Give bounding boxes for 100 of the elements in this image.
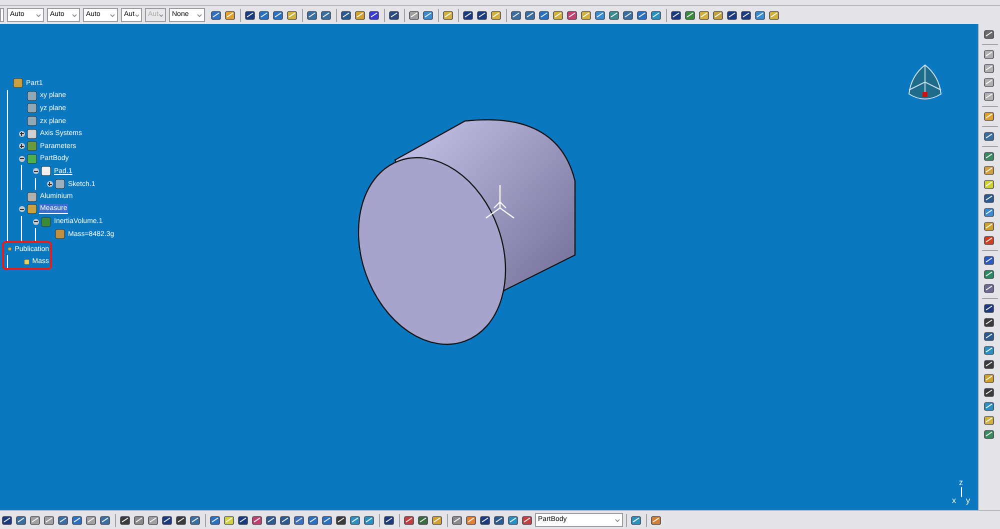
tool-icon[interactable]	[983, 330, 996, 343]
tool-icon[interactable]	[363, 514, 376, 526]
tool-icon[interactable]	[85, 514, 98, 526]
tool-icon[interactable]	[354, 8, 367, 22]
tool-icon[interactable]	[306, 8, 319, 22]
tool-icon[interactable]	[408, 8, 421, 22]
collapse-toggle[interactable]	[32, 218, 38, 225]
tool-icon[interactable]	[57, 514, 70, 526]
tool-icon[interactable]	[636, 8, 649, 22]
tool-icon[interactable]	[983, 90, 996, 103]
tool-icon[interactable]	[209, 514, 222, 526]
tool-icon[interactable]	[983, 254, 996, 267]
tool-icon[interactable]	[983, 110, 996, 123]
tool-icon[interactable]	[349, 514, 362, 526]
tool-icon[interactable]	[622, 8, 635, 22]
tool-icon[interactable]	[15, 514, 28, 526]
tool-icon[interactable]	[476, 8, 489, 22]
tool-icon[interactable]	[237, 514, 250, 526]
tool-icon[interactable]	[630, 514, 643, 526]
collapse-toggle[interactable]	[18, 156, 24, 162]
tool-icon[interactable]	[521, 514, 534, 526]
tool-icon[interactable]	[210, 8, 223, 22]
tool-icon[interactable]	[493, 514, 506, 526]
tool-icon[interactable]	[740, 8, 753, 22]
tool-icon[interactable]	[479, 514, 492, 526]
tool-icon[interactable]	[451, 514, 464, 526]
tool-icon[interactable]	[422, 8, 435, 22]
tool-icon[interactable]	[983, 400, 996, 413]
expand-toggle[interactable]	[18, 143, 24, 150]
tool-icon[interactable]	[670, 8, 683, 22]
tool-icon[interactable]	[983, 76, 996, 89]
tool-icon[interactable]	[99, 514, 112, 526]
tool-icon[interactable]	[189, 514, 202, 526]
tool-icon[interactable]	[524, 8, 537, 22]
tool-icon[interactable]	[29, 514, 42, 526]
tool-icon[interactable]	[272, 8, 285, 22]
tool-icon[interactable]	[161, 514, 174, 526]
tool-icon[interactable]	[684, 8, 697, 22]
tool-icon[interactable]	[510, 8, 523, 22]
tool-icon[interactable]	[983, 344, 996, 357]
tool-icon[interactable]	[442, 8, 455, 22]
expand-toggle[interactable]	[46, 181, 52, 188]
tool-icon[interactable]	[698, 8, 711, 22]
tool-icon[interactable]	[224, 8, 237, 22]
tool-icon[interactable]	[293, 514, 306, 526]
tool-icon[interactable]	[566, 8, 579, 22]
tool-icon[interactable]	[983, 28, 996, 41]
tool-icon[interactable]	[983, 130, 996, 143]
tool-icon[interactable]	[983, 220, 996, 233]
tool-icon[interactable]	[983, 316, 996, 329]
tool-icon[interactable]	[983, 234, 996, 247]
tool-icon[interactable]	[983, 302, 996, 315]
collapse-toggle[interactable]	[32, 168, 38, 174]
tool-icon[interactable]	[335, 514, 348, 526]
tool-icon[interactable]	[768, 8, 781, 22]
tool-icon[interactable]	[368, 8, 381, 22]
tool-icon[interactable]	[712, 8, 725, 22]
tool-icon[interactable]	[608, 8, 621, 22]
tool-icon[interactable]	[383, 514, 396, 526]
tool-icon[interactable]	[983, 282, 996, 295]
tool-icon[interactable]	[983, 386, 996, 399]
tool-icon[interactable]	[726, 8, 739, 22]
tool-icon[interactable]	[983, 268, 996, 281]
tool-icon[interactable]	[580, 8, 593, 22]
tool-icon[interactable]	[983, 178, 996, 191]
tool-icon[interactable]	[307, 514, 320, 526]
tool-icon[interactable]	[244, 8, 257, 22]
tool-icon[interactable]	[147, 514, 160, 526]
expand-toggle[interactable]	[18, 130, 24, 137]
tool-icon[interactable]	[983, 48, 996, 61]
tool-icon[interactable]	[417, 514, 430, 526]
tool-icon[interactable]	[983, 62, 996, 75]
tool-icon[interactable]	[983, 372, 996, 385]
tool-icon[interactable]	[133, 514, 146, 526]
tool-icon[interactable]	[983, 206, 996, 219]
tool-icon[interactable]	[279, 514, 292, 526]
tool-icon[interactable]	[650, 8, 663, 22]
tool-icon[interactable]	[462, 8, 475, 22]
tool-icon[interactable]	[320, 8, 333, 22]
collapse-toggle[interactable]	[18, 206, 24, 212]
tool-icon[interactable]	[223, 514, 236, 526]
tool-icon[interactable]	[538, 8, 551, 22]
tool-icon[interactable]	[490, 8, 503, 22]
tool-icon[interactable]	[43, 514, 56, 526]
tool-icon[interactable]	[71, 514, 84, 526]
tool-icon[interactable]	[983, 164, 996, 177]
tool-icon[interactable]	[340, 8, 353, 22]
tool-icon[interactable]	[119, 514, 132, 526]
tool-icon[interactable]	[465, 514, 478, 526]
tool-icon[interactable]	[754, 8, 767, 22]
tool-icon[interactable]	[552, 8, 565, 22]
tool-icon[interactable]	[983, 428, 996, 441]
tool-icon[interactable]	[175, 514, 188, 526]
tool-icon[interactable]	[507, 514, 520, 526]
tool-icon[interactable]	[983, 150, 996, 163]
tool-icon[interactable]	[286, 8, 299, 22]
tool-icon[interactable]	[650, 514, 663, 526]
tool-icon[interactable]	[1, 514, 14, 526]
tool-icon[interactable]	[403, 514, 416, 526]
tool-icon[interactable]	[983, 358, 996, 371]
